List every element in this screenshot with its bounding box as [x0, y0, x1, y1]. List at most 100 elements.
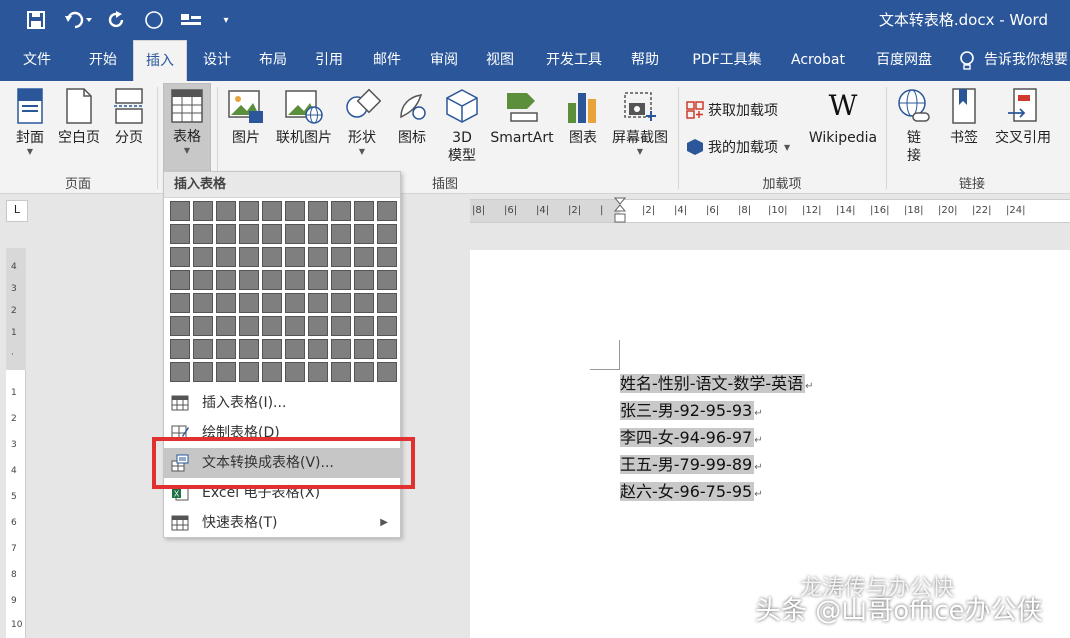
blank-page-button[interactable]: 空白页 — [55, 87, 103, 147]
table-grid-cell[interactable] — [377, 316, 397, 336]
customize-quick-access-icon[interactable]: ▾ — [219, 9, 233, 31]
tab-developer[interactable]: 开发工具 — [538, 40, 610, 81]
table-grid-cell[interactable] — [285, 247, 305, 267]
table-grid-cell[interactable] — [354, 339, 374, 359]
table-grid-cell[interactable] — [262, 224, 282, 244]
online-picture-button[interactable]: 联机图片 — [273, 87, 335, 147]
table-grid-cell[interactable] — [216, 316, 236, 336]
table-size-grid[interactable] — [170, 201, 397, 382]
table-grid-cell[interactable] — [285, 293, 305, 313]
table-grid-cell[interactable] — [170, 247, 190, 267]
menu-item-insert-table[interactable]: 插入表格(I)... — [164, 388, 400, 418]
table-grid-cell[interactable] — [216, 293, 236, 313]
table-grid-cell[interactable] — [216, 247, 236, 267]
tab-help[interactable]: 帮助 — [622, 40, 668, 81]
table-grid-cell[interactable] — [354, 224, 374, 244]
document-line[interactable]: 王五-男-79-99-89 ↵ — [620, 451, 814, 478]
form-icon[interactable] — [179, 9, 203, 31]
table-grid-cell[interactable] — [377, 362, 397, 382]
get-addins-button[interactable]: 获取加载项 — [686, 99, 778, 121]
redo-icon[interactable] — [106, 9, 128, 31]
table-grid-cell[interactable] — [262, 362, 282, 382]
table-grid-cell[interactable] — [239, 316, 259, 336]
tab-baidu-netdisk[interactable]: 百度网盘 — [866, 40, 942, 81]
table-grid-cell[interactable] — [308, 316, 328, 336]
table-grid-cell[interactable] — [239, 293, 259, 313]
table-grid-cell[interactable] — [308, 247, 328, 267]
table-grid-cell[interactable] — [239, 247, 259, 267]
table-grid-cell[interactable] — [216, 362, 236, 382]
table-grid-cell[interactable] — [216, 339, 236, 359]
table-grid-cell[interactable] — [193, 224, 213, 244]
table-grid-cell[interactable] — [285, 362, 305, 382]
document-line[interactable]: 张三-男-92-95-93 ↵ — [620, 397, 814, 424]
tab-acrobat[interactable]: Acrobat — [782, 40, 854, 81]
table-grid-cell[interactable] — [354, 362, 374, 382]
table-grid-cell[interactable] — [285, 201, 305, 221]
tab-selector[interactable]: L — [6, 200, 28, 222]
document-line[interactable]: 李四-女-94-96-97 ↵ — [620, 424, 814, 451]
table-grid-cell[interactable] — [193, 201, 213, 221]
save-icon[interactable] — [25, 9, 47, 31]
tab-mailings[interactable]: 邮件 — [364, 40, 410, 81]
table-grid-cell[interactable] — [308, 201, 328, 221]
picture-button[interactable]: 图片 — [224, 87, 268, 147]
table-grid-cell[interactable] — [262, 339, 282, 359]
table-grid-cell[interactable] — [377, 339, 397, 359]
table-grid-cell[interactable] — [170, 201, 190, 221]
menu-item-quick-tables[interactable]: 快速表格(T) ▶ — [164, 508, 400, 538]
table-grid-cell[interactable] — [308, 224, 328, 244]
tell-me-search[interactable]: 告诉我你想要 — [980, 40, 1070, 81]
table-grid-cell[interactable] — [331, 339, 351, 359]
table-grid-cell[interactable] — [216, 201, 236, 221]
table-grid-cell[interactable] — [239, 201, 259, 221]
page-break-button[interactable]: 分页 — [108, 87, 150, 147]
my-addins-button[interactable]: 我的加载项 ▼ — [686, 136, 790, 158]
table-grid-cell[interactable] — [377, 247, 397, 267]
tab-layout[interactable]: 布局 — [250, 40, 296, 81]
table-grid-cell[interactable] — [193, 270, 213, 290]
tab-pdf-tools[interactable]: PDF工具集 — [682, 40, 772, 81]
table-grid-cell[interactable] — [354, 293, 374, 313]
table-grid-cell[interactable] — [354, 270, 374, 290]
cross-reference-button[interactable]: 交叉引用 — [990, 87, 1056, 147]
vertical-ruler[interactable]: 4 3 2 1 · 1 2 3 4 5 6 7 8 9 10 — [6, 248, 26, 638]
table-grid-cell[interactable] — [193, 339, 213, 359]
table-grid-cell[interactable] — [354, 316, 374, 336]
table-grid-cell[interactable] — [377, 270, 397, 290]
table-grid-cell[interactable] — [262, 293, 282, 313]
wikipedia-button[interactable]: W Wikipedia — [806, 87, 880, 147]
table-grid-cell[interactable] — [239, 362, 259, 382]
table-grid-cell[interactable] — [331, 362, 351, 382]
table-grid-cell[interactable] — [285, 316, 305, 336]
table-grid-cell[interactable] — [308, 362, 328, 382]
cover-page-button[interactable]: 封面 ▼ — [8, 87, 52, 157]
tab-insert[interactable]: 插入 — [133, 40, 187, 81]
table-grid-cell[interactable] — [308, 270, 328, 290]
tab-file[interactable]: 文件 — [14, 40, 60, 81]
bookmark-button[interactable]: 书签 — [944, 87, 984, 147]
link-button[interactable]: 链 接 — [893, 87, 935, 165]
table-grid-cell[interactable] — [285, 339, 305, 359]
table-grid-cell[interactable] — [285, 270, 305, 290]
tab-view[interactable]: 视图 — [477, 40, 523, 81]
tab-review[interactable]: 审阅 — [421, 40, 467, 81]
table-grid-cell[interactable] — [308, 339, 328, 359]
table-grid-cell[interactable] — [193, 316, 213, 336]
table-grid-cell[interactable] — [216, 270, 236, 290]
table-grid-cell[interactable] — [239, 339, 259, 359]
table-grid-cell[interactable] — [308, 293, 328, 313]
table-grid-cell[interactable] — [285, 224, 305, 244]
table-grid-cell[interactable] — [170, 224, 190, 244]
tab-design[interactable]: 设计 — [194, 40, 240, 81]
indent-marker-icon[interactable] — [613, 197, 627, 225]
table-grid-cell[interactable] — [193, 362, 213, 382]
smartart-button[interactable]: SmartArt — [488, 87, 556, 147]
table-grid-cell[interactable] — [262, 201, 282, 221]
table-grid-cell[interactable] — [354, 201, 374, 221]
table-grid-cell[interactable] — [354, 247, 374, 267]
table-grid-cell[interactable] — [239, 270, 259, 290]
table-grid-cell[interactable] — [193, 247, 213, 267]
table-grid-cell[interactable] — [331, 224, 351, 244]
table-grid-cell[interactable] — [377, 224, 397, 244]
